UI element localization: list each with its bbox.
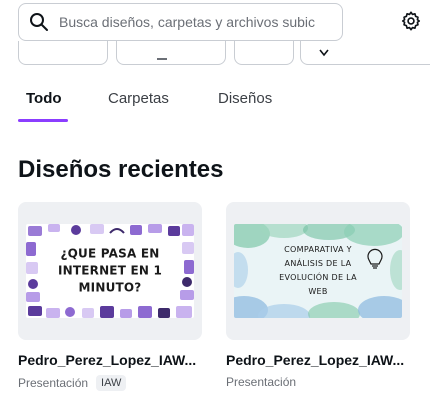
filter-glyph (157, 56, 167, 60)
design-type: Presentación (226, 375, 297, 389)
tab-disenos[interactable]: Diseños (218, 90, 272, 107)
filter-bar (0, 41, 430, 67)
design-type: Presentación (18, 376, 89, 390)
gear-icon (400, 10, 422, 37)
design-meta: Presentación IAW (18, 375, 127, 391)
filter-chip[interactable] (300, 41, 430, 65)
filter-chip[interactable] (234, 41, 294, 65)
search-icon (19, 4, 59, 40)
active-tab-indicator (18, 119, 68, 122)
design-tag[interactable]: IAW (96, 375, 127, 391)
tab-carpetas[interactable]: Carpetas (108, 90, 169, 107)
slide-preview: ¿QUE PASA EN INTERNET EN 1 MINUTO? (26, 224, 194, 318)
design-title[interactable]: Pedro_Perez_Lopez_IAW... (18, 352, 202, 368)
search-input[interactable] (59, 14, 339, 30)
settings-button[interactable] (396, 8, 426, 38)
design-title[interactable]: Pedro_Perez_Lopez_IAW... (226, 352, 410, 368)
design-meta: Presentación (226, 375, 296, 389)
slide-title: COMPARATIVA Y ANÁLISIS DE LA EVOLUCIÓN D… (279, 245, 357, 296)
filter-chip[interactable] (116, 41, 226, 65)
section-title: Diseños recientes (18, 156, 224, 183)
tab-todo[interactable]: Todo (26, 90, 62, 107)
filter-chip[interactable] (18, 41, 108, 65)
chevron-down-icon (319, 44, 329, 62)
design-thumbnail[interactable]: COMPARATIVA Y ANÁLISIS DE LA EVOLUCIÓN D… (226, 202, 410, 340)
search-bar[interactable] (18, 3, 343, 41)
design-card[interactable]: ¿QUE PASA EN INTERNET EN 1 MINUTO? Pedro… (18, 202, 202, 391)
slide-title: ¿QUE PASA EN INTERNET EN 1 MINUTO? (57, 246, 163, 295)
design-card[interactable]: COMPARATIVA Y ANÁLISIS DE LA EVOLUCIÓN D… (226, 202, 410, 389)
design-thumbnail[interactable]: ¿QUE PASA EN INTERNET EN 1 MINUTO? (18, 202, 202, 340)
slide-preview: COMPARATIVA Y ANÁLISIS DE LA EVOLUCIÓN D… (234, 224, 402, 318)
